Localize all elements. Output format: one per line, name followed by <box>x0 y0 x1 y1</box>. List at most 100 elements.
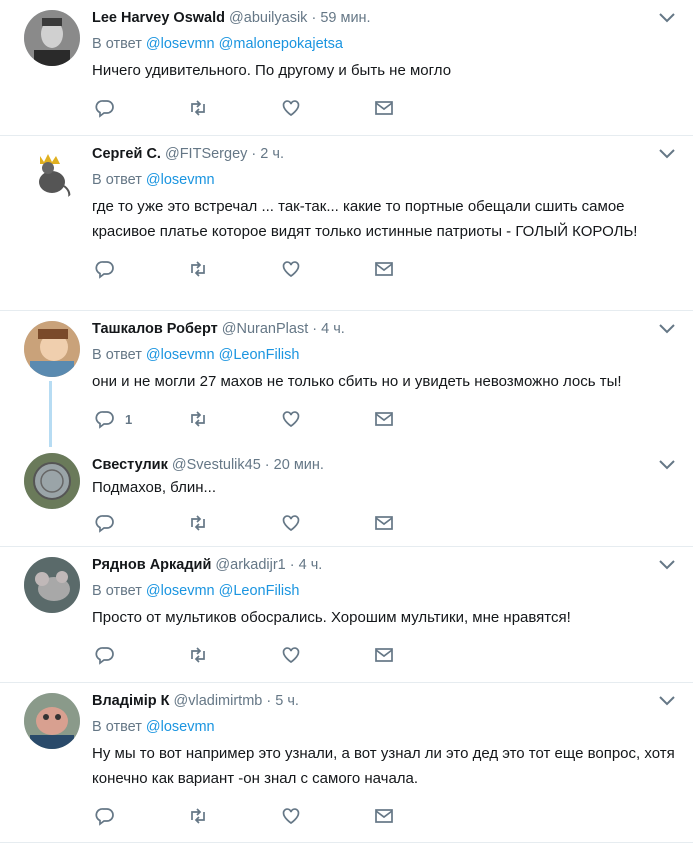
tweet-header: Lee Harvey Oswald @abuilyasik · 59 мин. <box>92 8 677 28</box>
separator-dot: · <box>312 321 318 337</box>
like-button[interactable] <box>281 97 301 119</box>
like-icon <box>282 515 300 532</box>
timestamp[interactable]: 5 ч. <box>275 693 299 709</box>
retweet-button[interactable] <box>188 408 208 430</box>
retweet-icon <box>191 647 205 663</box>
reply-icon <box>95 100 114 118</box>
author-handle[interactable]: @abuilyasik <box>229 10 307 26</box>
retweet-button[interactable] <box>188 644 208 666</box>
like-button[interactable] <box>281 512 301 534</box>
author-handle[interactable]: @vladimirtmb <box>174 693 263 709</box>
retweet-button[interactable] <box>188 805 208 827</box>
retweet-button[interactable] <box>188 97 208 119</box>
mention-link[interactable]: @losevmn <box>146 347 215 363</box>
mention-link[interactable]: @malonepokajetsa <box>219 36 343 52</box>
tweet-header: Сергей С. @FITSergey · 2 ч. <box>92 144 677 164</box>
like-button[interactable] <box>281 408 301 430</box>
reply-button[interactable] <box>95 97 125 119</box>
mention-link[interactable]: @losevmn <box>146 172 215 188</box>
avatar[interactable] <box>24 693 80 749</box>
timestamp[interactable]: 4 ч. <box>321 321 345 337</box>
retweet-icon <box>191 261 205 277</box>
reply-prefix: В ответ <box>92 172 142 188</box>
author-name[interactable]: Свестулик <box>92 457 168 473</box>
dm-button[interactable] <box>374 805 394 827</box>
dm-button[interactable] <box>374 97 394 119</box>
reply-icon <box>95 808 114 826</box>
tweet-header: Владімір К @vladimirtmb · 5 ч. <box>92 691 677 711</box>
tweet-actions <box>92 252 677 290</box>
reply-prefix: В ответ <box>92 36 142 52</box>
reply-button[interactable] <box>95 512 125 534</box>
like-button[interactable] <box>281 644 301 666</box>
chevron-down-icon[interactable] <box>657 321 677 337</box>
avatar[interactable] <box>24 321 80 377</box>
reply-count: 1 <box>125 411 133 427</box>
dm-button[interactable] <box>374 408 394 430</box>
tweet-text: они и не могли 27 махов не только сбить … <box>92 373 622 390</box>
chevron-down-icon[interactable] <box>657 557 677 573</box>
tweet-actions <box>92 506 677 544</box>
mention-link[interactable]: @losevmn <box>146 719 215 735</box>
timestamp[interactable]: 2 ч. <box>260 146 284 162</box>
dm-icon <box>375 262 393 276</box>
tweet-actions <box>92 91 677 129</box>
separator-dot: · <box>266 693 272 709</box>
tweet-text: где то уже это встречал ... так-так... к… <box>92 198 638 240</box>
chevron-down-icon[interactable] <box>657 693 677 709</box>
dm-button[interactable] <box>374 644 394 666</box>
tweet: Ташкалов Роберт @NuranPlast · 4 ч. В отв… <box>0 311 693 447</box>
chevron-down-icon[interactable] <box>657 146 677 162</box>
chevron-down-icon[interactable] <box>657 457 677 473</box>
author-name[interactable]: Владімір К <box>92 693 169 709</box>
reply-prefix: В ответ <box>92 347 142 363</box>
dm-button[interactable] <box>374 512 394 534</box>
separator-dot: · <box>311 10 317 26</box>
retweet-icon <box>191 808 205 824</box>
author-handle[interactable]: @NuranPlast <box>222 321 308 337</box>
tweet: Владімір К @vladimirtmb · 5 ч. В ответ @… <box>0 683 693 843</box>
separator-dot: · <box>251 146 257 162</box>
dm-icon <box>375 516 393 530</box>
reply-button[interactable] <box>95 805 125 827</box>
chevron-down-icon[interactable] <box>657 10 677 26</box>
author-handle[interactable]: @arkadijr1 <box>215 557 285 573</box>
reply-button[interactable] <box>95 258 125 280</box>
author-handle[interactable]: @FITSergey <box>165 146 247 162</box>
tweet-header: Ряднов Аркадий @arkadijr1 · 4 ч. <box>92 555 677 575</box>
timestamp[interactable]: 59 мин. <box>320 10 370 26</box>
author-name[interactable]: Ташкалов Роберт <box>92 321 218 337</box>
mention-link[interactable]: @losevmn <box>146 36 215 52</box>
mention-link[interactable]: @LeonFilish <box>219 347 300 363</box>
tweet-actions: 1 <box>92 402 677 440</box>
avatar[interactable] <box>24 557 80 613</box>
avatar[interactable] <box>24 10 80 66</box>
retweet-button[interactable] <box>188 258 208 280</box>
reply-prefix: В ответ <box>92 719 142 735</box>
reply-to-line: В ответ @losevmn <box>92 717 677 737</box>
reply-to-line: В ответ @losevmn @LeonFilish <box>92 345 677 365</box>
like-button[interactable] <box>281 258 301 280</box>
author-name[interactable]: Ряднов Аркадий <box>92 557 211 573</box>
timestamp[interactable]: 20 мин. <box>274 457 324 473</box>
author-handle[interactable]: @Svestulik45 <box>172 457 261 473</box>
author-name[interactable]: Lee Harvey Oswald <box>92 10 225 26</box>
reply-button[interactable]: 1 <box>95 408 132 430</box>
dm-button[interactable] <box>374 258 394 280</box>
separator-dot: · <box>264 457 270 473</box>
like-button[interactable] <box>281 805 301 827</box>
avatar[interactable] <box>24 453 80 509</box>
timestamp[interactable]: 4 ч. <box>299 557 323 573</box>
mention-link[interactable]: @losevmn <box>146 583 215 599</box>
reply-icon <box>95 647 114 665</box>
dm-icon <box>375 412 393 426</box>
reply-to-line: В ответ @losevmn <box>92 170 677 190</box>
tweet-header: Свестулик @Svestulik45 · 20 мин. <box>92 455 677 475</box>
tweet: Сергей С. @FITSergey · 2 ч. В ответ @los… <box>0 136 693 311</box>
reply-prefix: В ответ <box>92 583 142 599</box>
mention-link[interactable]: @LeonFilish <box>219 583 300 599</box>
retweet-button[interactable] <box>188 512 208 534</box>
reply-button[interactable] <box>95 644 125 666</box>
author-name[interactable]: Сергей С. <box>92 146 161 162</box>
avatar[interactable] <box>24 146 80 202</box>
